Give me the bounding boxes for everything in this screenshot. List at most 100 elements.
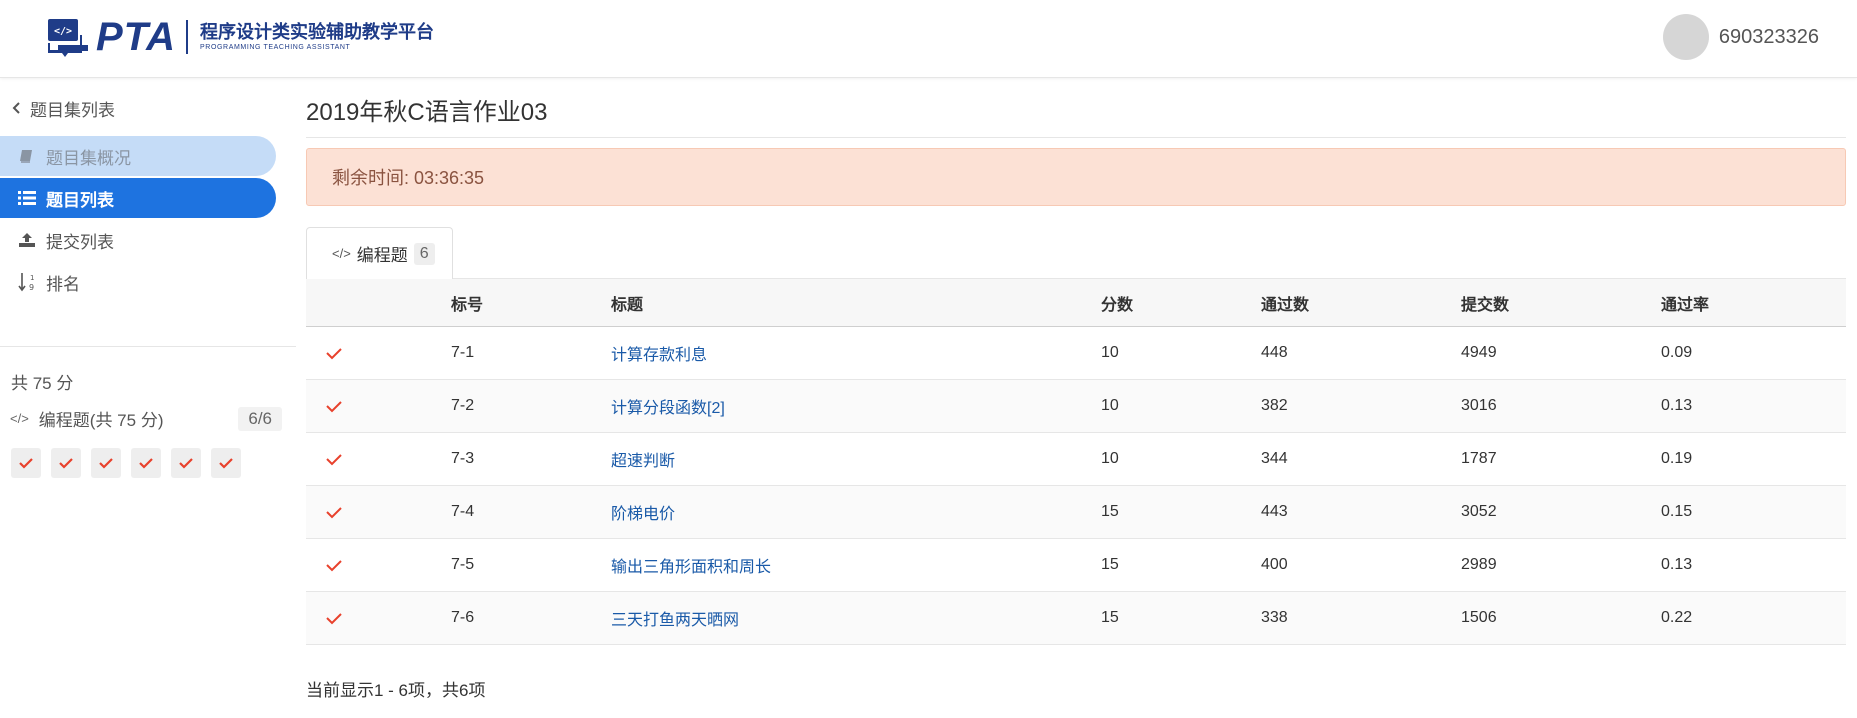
problem-score: 10 [1101,344,1119,361]
code-book-logo-icon: </> [46,17,88,57]
column-header[interactable]: 通过率 [1661,291,1846,315]
check-icon [99,458,113,469]
check-icon [19,458,33,469]
sidebar-item-label: 题目集概况 [46,148,131,168]
sidebar-item-ranking[interactable]: 1 9 排名 [0,262,276,302]
sidebar-item-submissions[interactable]: 提交列表 [0,220,276,260]
solved-check-icon [306,347,451,360]
logo-divider [186,20,189,54]
problem-title-link[interactable]: 计算存款利息 [611,341,1101,365]
problem-pass-rate: 0.09 [1661,344,1693,361]
logo-english-name: PROGRAMMING TEACHING ASSISTANT [200,44,351,51]
solved-check-icon [306,400,451,413]
problem-score: 15 [1101,503,1119,520]
tab-label: 编程题 [356,246,408,265]
chevron-left-icon [12,101,20,117]
problem-pass-rate: 0.13 [1661,397,1693,414]
user-menu[interactable]: 690323326 [1662,14,1819,60]
problem-submitted: 3052 [1461,503,1497,520]
list-icon [16,191,38,205]
upload-icon [16,232,38,248]
table-row[interactable]: 7-5 输出三角形面积和周长 15 400 2989 0.13 [306,539,1846,592]
solved-check-icon [306,506,451,519]
problem-status-cell[interactable] [91,448,121,478]
problem-id: 7-5 [451,556,475,573]
problem-title-link[interactable]: 阶梯电价 [611,500,1101,524]
table-row[interactable]: 7-3 超速判断 10 344 1787 0.19 [306,433,1846,486]
problem-id: 7-2 [451,397,475,414]
problem-score: 10 [1101,450,1119,467]
problem-id: 7-4 [451,503,475,520]
problem-status-cell[interactable] [171,448,201,478]
solved-check-icon [306,453,451,466]
tab-count-badge: 6 [413,242,435,265]
tab-programming[interactable]: </> 编程题 6 [306,227,453,279]
problem-score: 15 [1101,609,1119,626]
problem-title-link[interactable]: 计算分段函数[2] [611,394,1101,418]
column-header[interactable]: 通过数 [1261,291,1461,315]
problem-status-cell[interactable] [131,448,161,478]
programming-progress-badge: 6/6 [238,406,282,431]
svg-text:9: 9 [29,283,34,292]
svg-text:1: 1 [30,274,34,282]
problem-table: 标号 标题 分数 通过数 提交数 通过率 7-1 计算存款利息 10 448 4… [306,278,1846,645]
avatar[interactable] [1662,14,1709,60]
column-header[interactable]: 标号 [451,291,611,315]
problem-submitted: 3016 [1461,397,1497,414]
table-row[interactable]: 7-6 三天打鱼两天晒网 15 338 1506 0.22 [306,592,1846,645]
column-header[interactable]: 提交数 [1461,291,1661,315]
problem-status-cell[interactable] [11,448,41,478]
problem-submitted: 4949 [1461,344,1497,361]
back-link-label: 题目集列表 [30,101,115,120]
table-row[interactable]: 7-2 计算分段函数[2] 10 382 3016 0.13 [306,380,1846,433]
remaining-time-banner: 剩余时间: 03:36:35 [306,148,1846,206]
problem-status-cell[interactable] [211,448,241,478]
problem-score: 10 [1101,397,1119,414]
problem-title-link[interactable]: 输出三角形面积和周长 [611,553,1101,577]
sidebar-item-overview[interactable]: 题目集概况 [0,136,276,176]
sidebar-item-problem-list[interactable]: 题目列表 [0,178,276,218]
logo-pta-text: PTA [96,15,177,59]
programming-section-label: 编程题(共 75 分) [38,411,164,430]
problem-passed: 344 [1261,450,1288,467]
problem-submitted: 2989 [1461,556,1497,573]
table-row[interactable]: 7-4 阶梯电价 15 443 3052 0.15 [306,486,1846,539]
problem-passed: 338 [1261,609,1288,626]
solved-check-icon [306,559,451,572]
sidebar: 题目集列表 题目集概况 题目列表 提交列表 1 9 排名 共 75 分 </> … [0,78,296,718]
programming-section-summary: </> 编程题(共 75 分) 6/6 [10,406,282,431]
column-header[interactable]: 标题 [611,291,1101,315]
table-row[interactable]: 7-1 计算存款利息 10 448 4949 0.09 [306,327,1846,380]
solved-check-icon [306,612,451,625]
problem-title-link[interactable]: 三天打鱼两天晒网 [611,606,1101,630]
sidebar-item-label: 题目列表 [46,190,114,210]
page-title: 2019年秋C语言作业03 [306,99,548,126]
problem-passed: 382 [1261,397,1288,414]
problem-id: 7-1 [451,344,475,361]
problem-submitted: 1787 [1461,450,1497,467]
problem-id: 7-3 [451,450,475,467]
main-content: 2019年秋C语言作业03 剩余时间: 03:36:35 </> 编程题 6 标… [306,78,1846,718]
pta-logo[interactable]: </> PTA 程序设计类实验辅助教学平台 PROGRAMMING TEACHI… [46,16,434,58]
svg-text:</>: </> [54,26,72,37]
back-to-problem-sets-link[interactable]: 题目集列表 [12,96,115,121]
problem-submitted: 1506 [1461,609,1497,626]
code-icon: </> [10,411,29,426]
check-icon [179,458,193,469]
username[interactable]: 690323326 [1719,26,1819,49]
remaining-time-text: 剩余时间: 03:36:35 [332,168,485,188]
column-header[interactable]: 分数 [1101,291,1261,315]
problem-title-link[interactable]: 超速判断 [611,447,1101,471]
top-header: </> PTA 程序设计类实验辅助教学平台 PROGRAMMING TEACHI… [0,0,1857,78]
problem-pass-rate: 0.19 [1661,450,1693,467]
logo-chinese-name: 程序设计类实验辅助教学平台 [200,22,435,42]
problem-passed: 443 [1261,503,1288,520]
table-header-row: 标号 标题 分数 通过数 提交数 通过率 [306,278,1846,327]
sidebar-divider [0,346,296,347]
problem-status-cell[interactable] [51,448,81,478]
code-icon: </> [332,246,351,261]
sidebar-item-label: 排名 [46,274,80,294]
problem-passed: 448 [1261,344,1288,361]
problem-status-grid [11,448,251,478]
problem-id: 7-6 [451,609,475,626]
